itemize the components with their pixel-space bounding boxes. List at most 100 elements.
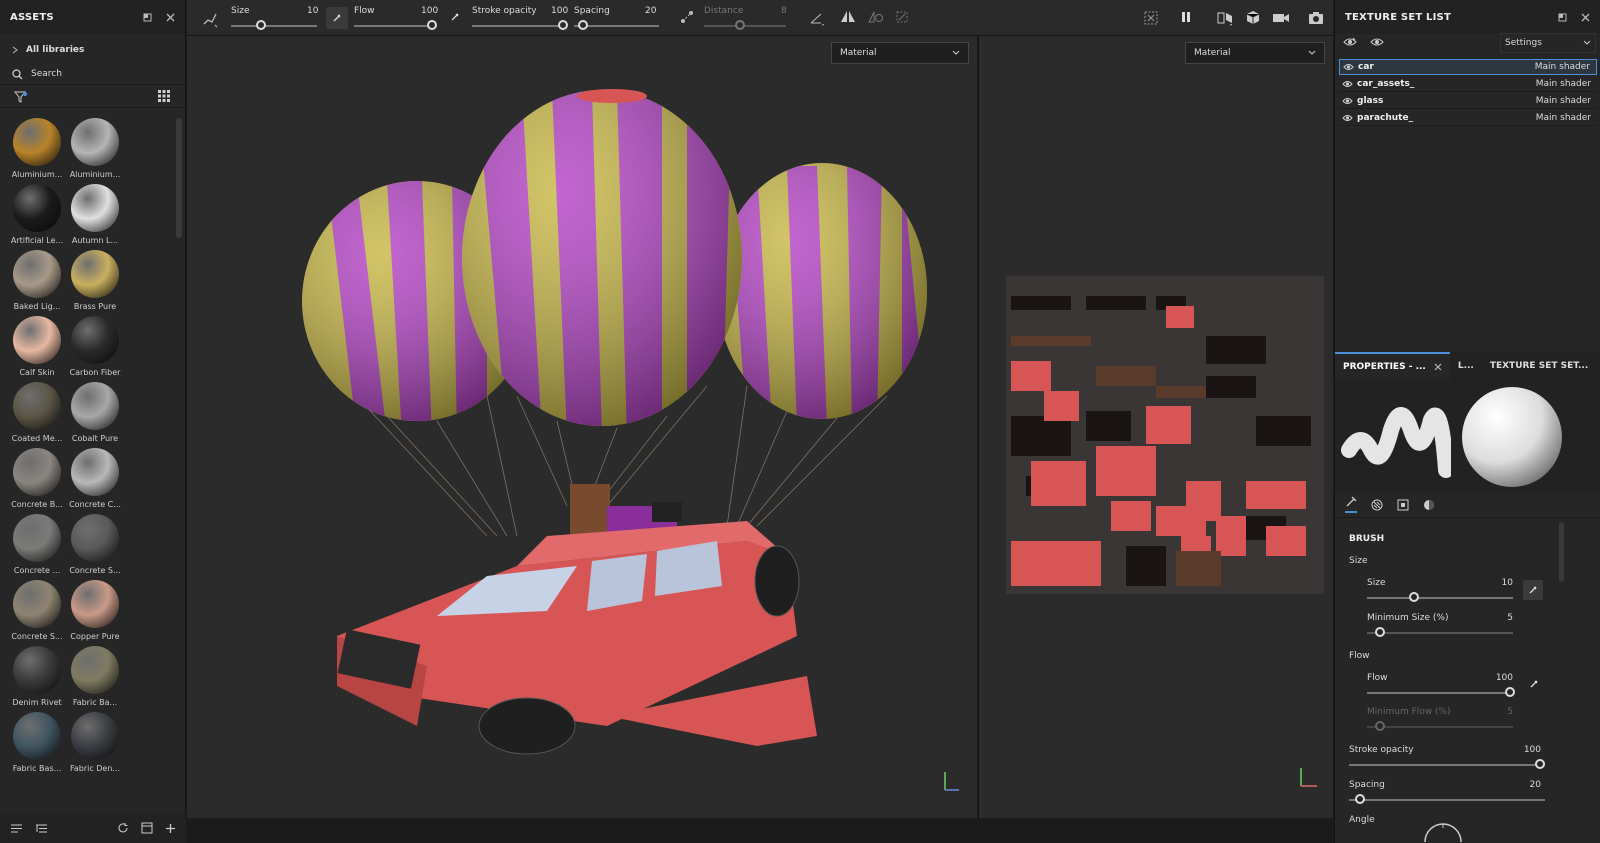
stroke-opacity-slider[interactable]	[1349, 764, 1545, 766]
material-thumbnail[interactable]: Aluminium...	[66, 118, 124, 179]
min-size-slider[interactable]	[1367, 632, 1513, 634]
material-thumbnail[interactable]: Copper Pure	[66, 580, 124, 641]
texture-set-item-parachute[interactable]: parachute_ Main shader	[1339, 110, 1597, 126]
asset-search[interactable]: Search	[0, 62, 185, 86]
eye-icon[interactable]	[1370, 37, 1384, 47]
close-icon[interactable]	[166, 13, 175, 22]
eye-icon[interactable]	[1342, 97, 1353, 105]
library-selector[interactable]: All libraries	[0, 38, 185, 62]
angle-dial[interactable]	[1423, 818, 1463, 843]
viewport-2d-channel-dropdown[interactable]: Material	[1185, 42, 1325, 64]
material-thumbnail[interactable]: Concrete ...	[8, 514, 66, 575]
list-view-icon[interactable]	[10, 823, 23, 834]
material-thumbnail[interactable]: Concrete S...	[8, 580, 66, 641]
material-thumbnail[interactable]: Concrete S...	[66, 514, 124, 575]
float-panel-icon[interactable]	[1558, 13, 1567, 22]
size-slider-handle[interactable]	[256, 20, 266, 30]
window-icon[interactable]	[141, 822, 153, 834]
viewport-2d[interactable]: Material	[978, 36, 1333, 818]
tab-properties[interactable]: PROPERTIES - ...	[1335, 352, 1450, 380]
spacing-slider[interactable]	[1349, 799, 1545, 801]
material-thumbnail[interactable]: Denim Rivet	[8, 646, 66, 707]
float-panel-icon[interactable]	[143, 13, 152, 22]
distance-slider[interactable]	[704, 25, 786, 27]
stroke-opacity-slider-handle[interactable]	[558, 20, 568, 30]
distance-slider-handle[interactable]	[735, 20, 745, 30]
min-flow-slider-handle[interactable]	[1375, 721, 1385, 731]
camera-cube-icon[interactable]	[1245, 10, 1261, 26]
flow-slider[interactable]	[354, 25, 436, 27]
solo-view-icon[interactable]	[1143, 10, 1159, 26]
eye-icon[interactable]	[1342, 114, 1353, 122]
size-slider[interactable]	[231, 25, 317, 27]
material-thumbnail[interactable]: Coated Me...	[8, 382, 66, 443]
uv-texture-map[interactable]	[1006, 276, 1324, 594]
material-thumbnail[interactable]: Concrete B...	[8, 448, 66, 509]
brush-flow-slider-handle[interactable]	[1505, 687, 1515, 697]
texture-set-shader[interactable]: Main shader	[1536, 96, 1591, 106]
transform-icon[interactable]	[895, 10, 909, 24]
tree-view-icon[interactable]	[35, 823, 48, 834]
eye-icon[interactable]	[1343, 63, 1354, 71]
brush-size-slider[interactable]	[1367, 597, 1513, 599]
material-thumbnail[interactable]: Brass Pure	[66, 250, 124, 311]
material-thumbnail[interactable]: Carbon Fiber	[66, 316, 124, 377]
stroke-opacity-slider[interactable]	[472, 25, 567, 27]
brush-size-slider-handle[interactable]	[1409, 592, 1419, 602]
assets-scrollbar[interactable]	[176, 118, 182, 238]
lazy-mouse-icon[interactable]	[680, 10, 694, 24]
material-thumbnail[interactable]: Fabric Ba...	[66, 646, 124, 707]
texture-set-shader[interactable]: Main shader	[1536, 79, 1591, 89]
texture-set-item-car[interactable]: car Main shader	[1339, 59, 1597, 75]
min-flow-slider[interactable]	[1367, 726, 1513, 728]
stroke-opacity-slider-handle[interactable]	[1535, 759, 1545, 769]
pen-pressure-flow-icon[interactable]	[450, 12, 460, 22]
symmetry-icon[interactable]	[840, 10, 856, 24]
symmetry-settings-icon[interactable]	[868, 10, 884, 24]
texture-set-item-carassets[interactable]: car_assets_ Main shader	[1339, 76, 1597, 92]
add-icon[interactable]	[165, 823, 176, 834]
spacing-slider-handle[interactable]	[1355, 794, 1365, 804]
video-camera-icon[interactable]	[1272, 10, 1290, 26]
pause-icon[interactable]	[1180, 11, 1192, 23]
texture-set-shader[interactable]: Main shader	[1536, 113, 1591, 123]
material-thumbnail[interactable]: Artificial Le...	[8, 184, 66, 245]
view-mode-2d3d-icon[interactable]	[1217, 10, 1233, 26]
min-size-slider-handle[interactable]	[1375, 627, 1385, 637]
material-tab-icon[interactable]	[1423, 499, 1435, 511]
properties-scrollbar[interactable]	[1559, 522, 1564, 582]
material-thumbnail[interactable]: Concrete C...	[66, 448, 124, 509]
close-icon[interactable]	[1581, 13, 1590, 22]
material-thumbnail[interactable]: Autumn L...	[66, 184, 124, 245]
pen-pressure-size-button[interactable]	[326, 7, 348, 29]
material-thumbnail[interactable]: Calf Skin	[8, 316, 66, 377]
brush-flow-slider[interactable]	[1367, 692, 1513, 694]
stencil-tab-icon[interactable]	[1397, 499, 1409, 511]
texture-set-shader[interactable]: Main shader	[1535, 62, 1590, 72]
viewport-3d[interactable]: Material	[187, 36, 977, 818]
brush-preset-icon[interactable]	[201, 10, 219, 28]
refresh-icon[interactable]	[117, 822, 129, 834]
flow-pen-icon[interactable]	[1529, 679, 1539, 689]
texture-set-item-glass[interactable]: glass Main shader	[1339, 93, 1597, 109]
material-thumbnail[interactable]: Fabric Den...	[66, 712, 124, 773]
alpha-tab-icon[interactable]	[1371, 499, 1383, 511]
spacing-slider-handle[interactable]	[578, 20, 588, 30]
settings-dropdown[interactable]: Settings	[1500, 33, 1596, 53]
grid-view-icon[interactable]	[157, 89, 171, 103]
search-input[interactable]: Search	[31, 69, 62, 79]
filter-icon[interactable]	[14, 90, 28, 104]
material-thumbnail[interactable]: Fabric Bas...	[8, 712, 66, 773]
material-thumbnail[interactable]: Baked Lig...	[8, 250, 66, 311]
eye-icon[interactable]	[1342, 80, 1353, 88]
tab-layers[interactable]: L...	[1450, 352, 1482, 380]
material-thumbnail[interactable]: Cobalt Pure	[66, 382, 124, 443]
line-tool-icon[interactable]	[809, 10, 825, 26]
tab-texture-set-settings[interactable]: TEXTURE SET SET...	[1482, 352, 1596, 380]
visibility-toggle-icon[interactable]	[1343, 37, 1357, 47]
material-thumbnail[interactable]: Aluminium...	[8, 118, 66, 179]
brush-size-pen-button[interactable]	[1523, 580, 1543, 600]
screenshot-camera-icon[interactable]	[1308, 10, 1324, 26]
brush-tab-icon[interactable]	[1345, 496, 1357, 513]
flow-slider-handle[interactable]	[427, 20, 437, 30]
